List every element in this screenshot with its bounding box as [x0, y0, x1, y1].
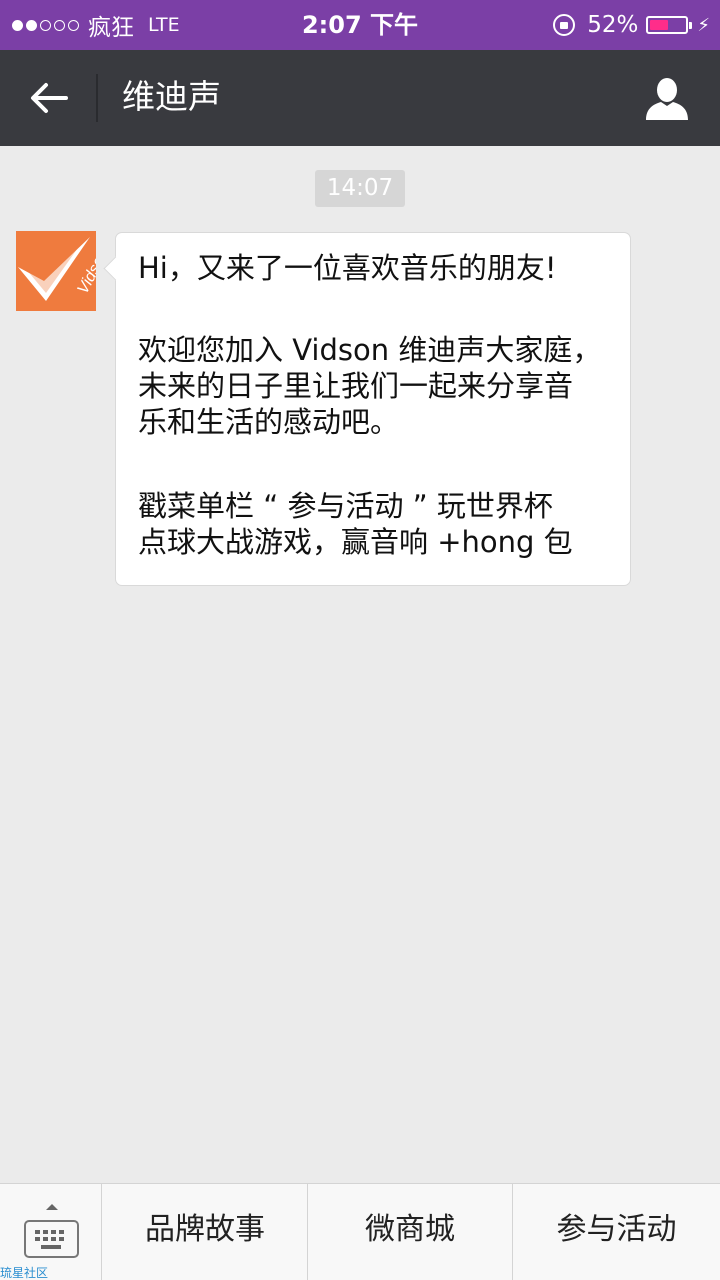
- message-paragraph: 戳菜单栏 “ 参与活动 ” 玩世界杯 点球大战游戏，赢音响 +hong 包: [138, 488, 618, 560]
- rotation-lock-icon: [553, 14, 576, 36]
- message-bubble[interactable]: Hi，又来了一位喜欢音乐的朋友! 欢迎您加入 Vidson 维迪声大家庭， 未来…: [103, 232, 631, 586]
- message-line: 戳菜单栏 “ 参与活动 ” 玩世界杯: [138, 489, 553, 523]
- header-divider: [96, 74, 98, 122]
- back-button[interactable]: [22, 74, 74, 122]
- message-paragraph: 欢迎您加入 Vidson 维迪声大家庭， 未来的日子里让我们一起来分享音 乐和生…: [138, 332, 618, 440]
- person-icon: [646, 78, 688, 120]
- message-line: 欢迎您加入 Vidson 维迪声大家庭，: [138, 333, 602, 367]
- message-timestamp: 14:07: [315, 170, 405, 207]
- chat-header: 维迪声: [0, 50, 720, 146]
- message-line: 未来的日子里让我们一起来分享音: [138, 369, 574, 403]
- bubble-tail: [103, 256, 128, 281]
- battery-icon: [646, 16, 693, 34]
- charging-bolt-icon: ⚡︎: [697, 14, 710, 36]
- caret-up-icon: [46, 1204, 58, 1210]
- watermark: 琉星社区: [0, 1266, 49, 1280]
- menu-micro-mall[interactable]: 微商城: [308, 1184, 513, 1280]
- status-right: 52% ⚡︎: [553, 0, 710, 50]
- menu-join-activity[interactable]: 参与活动: [513, 1184, 720, 1280]
- page-title: 维迪声: [122, 77, 221, 116]
- brand-logo: Vidson: [16, 231, 96, 311]
- message-line: Hi，又来了一位喜欢音乐的朋友!: [138, 251, 557, 285]
- message-line: 点球大战游戏，赢音响 +hong 包: [138, 525, 573, 559]
- battery-percentage: 52%: [587, 12, 639, 38]
- menu-brand-story[interactable]: 品牌故事: [103, 1184, 308, 1280]
- message-line: 乐和生活的感动吧。: [138, 405, 400, 439]
- avatar[interactable]: Vidson: [16, 231, 96, 311]
- profile-button[interactable]: [644, 77, 690, 121]
- keyboard-icon: [24, 1220, 79, 1258]
- battery-level: [650, 20, 669, 30]
- message-paragraph: Hi，又来了一位喜欢音乐的朋友!: [138, 250, 618, 286]
- arrow-left-icon: [31, 83, 68, 113]
- bottom-menu: 品牌故事 微商城 参与活动: [0, 1183, 720, 1280]
- status-bar: 疯狂 LTE 2:07 下午 52% ⚡︎: [0, 0, 720, 50]
